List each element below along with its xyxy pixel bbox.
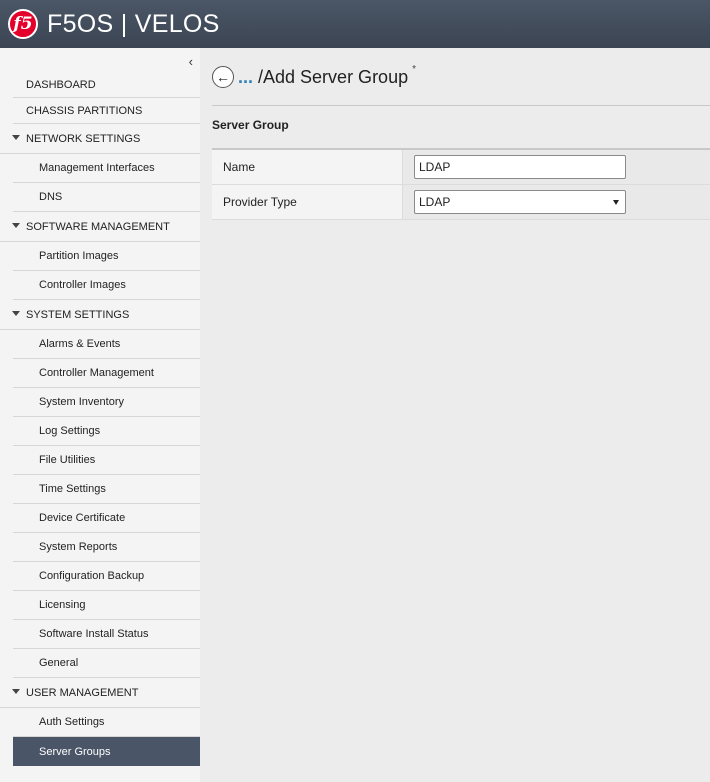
sidebar-item-time-settings[interactable]: Time Settings (13, 475, 200, 504)
sidebar: ‹ DASHBOARD CHASSIS PARTITIONS NETWORK SET… (0, 48, 200, 782)
f5-logo[interactable]: f5 (8, 9, 38, 39)
sidebar-item-label: Controller Images (39, 279, 126, 291)
sidebar-item-label: Management Interfaces (39, 162, 155, 174)
caret-down-icon (12, 135, 20, 140)
sidebar-item-label: USER MANAGEMENT (26, 686, 139, 699)
sidebar-item-auth-settings[interactable]: Auth Settings (13, 708, 200, 737)
back-arrow-icon[interactable]: ← (212, 66, 234, 88)
sidebar-item-server-groups[interactable]: Server Groups (13, 737, 200, 766)
sidebar-item-label: NETWORK SETTINGS (26, 132, 141, 145)
app-header: f5 F5OS | VELOS (0, 0, 710, 48)
sidebar-item-label: Alarms & Events (39, 338, 121, 350)
provider-type-value: LDAP (419, 195, 451, 209)
caret-down-icon (12, 311, 20, 316)
sidebar-item-label: Partition Images (39, 250, 119, 262)
sidebar-item-label: Device Certificate (39, 512, 126, 524)
form-row-provider-type: Provider Type LDAP (212, 185, 710, 220)
sidebar-item-label: General (39, 657, 79, 669)
caret-down-icon (12, 689, 20, 694)
sidebar-item-dashboard[interactable]: DASHBOARD (13, 72, 200, 98)
sidebar-item-system-inventory[interactable]: System Inventory (13, 388, 200, 417)
title-divider (212, 105, 710, 106)
sidebar-item-label: Auth Settings (39, 716, 105, 728)
main-content: ← ... /Add Server Group * Server Group N… (200, 54, 710, 782)
sidebar-item-label: DASHBOARD (26, 78, 96, 91)
sidebar-item-licensing[interactable]: Licensing (13, 591, 200, 620)
form-row-name: Name (212, 150, 710, 185)
sidebar-item-general[interactable]: General (13, 649, 200, 678)
sidebar-item-label: System Inventory (39, 396, 124, 408)
sidebar-item-device-certificate[interactable]: Device Certificate (13, 504, 200, 533)
page-title: /Add Server Group (258, 66, 409, 87)
sidebar-item-label: Licensing (39, 599, 86, 611)
breadcrumb[interactable]: ... (238, 67, 253, 88)
sidebar-item-label: CHASSIS PARTITIONS (26, 104, 143, 117)
sidebar-item-controller-management[interactable]: Controller Management (13, 359, 200, 388)
page-header: ← ... /Add Server Group * (212, 63, 416, 88)
sidebar-item-label: System Reports (39, 541, 118, 553)
sidebar-item-chassis-partitions[interactable]: CHASSIS PARTITIONS (13, 98, 200, 124)
sidebar-item-network-settings[interactable]: NETWORK SETTINGS (0, 124, 200, 154)
sidebar-item-label: Software Install Status (39, 628, 149, 640)
name-label: Name (212, 150, 403, 184)
required-marker: * (412, 63, 416, 75)
sidebar-item-label: Controller Management (39, 367, 154, 379)
sidebar-item-dns[interactable]: DNS (13, 183, 200, 212)
sidebar-item-file-utilities[interactable]: File Utilities (13, 446, 200, 475)
sidebar-item-software-install-status[interactable]: Software Install Status (13, 620, 200, 649)
sidebar-item-label: SOFTWARE MANAGEMENT (26, 220, 170, 233)
sidebar-item-label: Configuration Backup (39, 570, 145, 582)
sidebar-item-label: Time Settings (39, 483, 106, 495)
provider-type-label: Provider Type (212, 185, 403, 219)
sidebar-item-software-management[interactable]: SOFTWARE MANAGEMENT (0, 212, 200, 242)
sidebar-item-label: Server Groups (39, 745, 111, 758)
caret-down-icon (12, 223, 20, 228)
sidebar-item-label: Log Settings (39, 425, 101, 437)
sidebar-item-label: DNS (39, 191, 63, 203)
sidebar-item-configuration-backup[interactable]: Configuration Backup (13, 562, 200, 591)
sidebar-item-alarms-events[interactable]: Alarms & Events (13, 330, 200, 359)
section-title: Server Group (212, 118, 289, 132)
sidebar-item-partition-images[interactable]: Partition Images (13, 242, 200, 271)
chevron-down-icon (613, 200, 619, 205)
sidebar-item-log-settings[interactable]: Log Settings (13, 417, 200, 446)
collapse-sidebar-icon[interactable]: ‹ (189, 54, 193, 69)
provider-type-select[interactable]: LDAP (414, 190, 626, 214)
app-title: F5OS | VELOS (47, 9, 220, 38)
sidebar-item-system-settings[interactable]: SYSTEM SETTINGS (0, 300, 200, 330)
name-input[interactable] (414, 155, 626, 179)
sidebar-item-user-management[interactable]: USER MANAGEMENT (0, 678, 200, 708)
sidebar-item-controller-images[interactable]: Controller Images (13, 271, 200, 300)
sidebar-item-system-reports[interactable]: System Reports (13, 533, 200, 562)
sidebar-nav: DASHBOARD CHASSIS PARTITIONS NETWORK SETTI… (0, 72, 200, 766)
sidebar-item-label: File Utilities (39, 454, 96, 466)
sidebar-item-label: SYSTEM SETTINGS (26, 308, 130, 321)
server-group-form: Name Provider Type LDAP (212, 148, 710, 220)
sidebar-item-management-interfaces[interactable]: Management Interfaces (13, 154, 200, 183)
